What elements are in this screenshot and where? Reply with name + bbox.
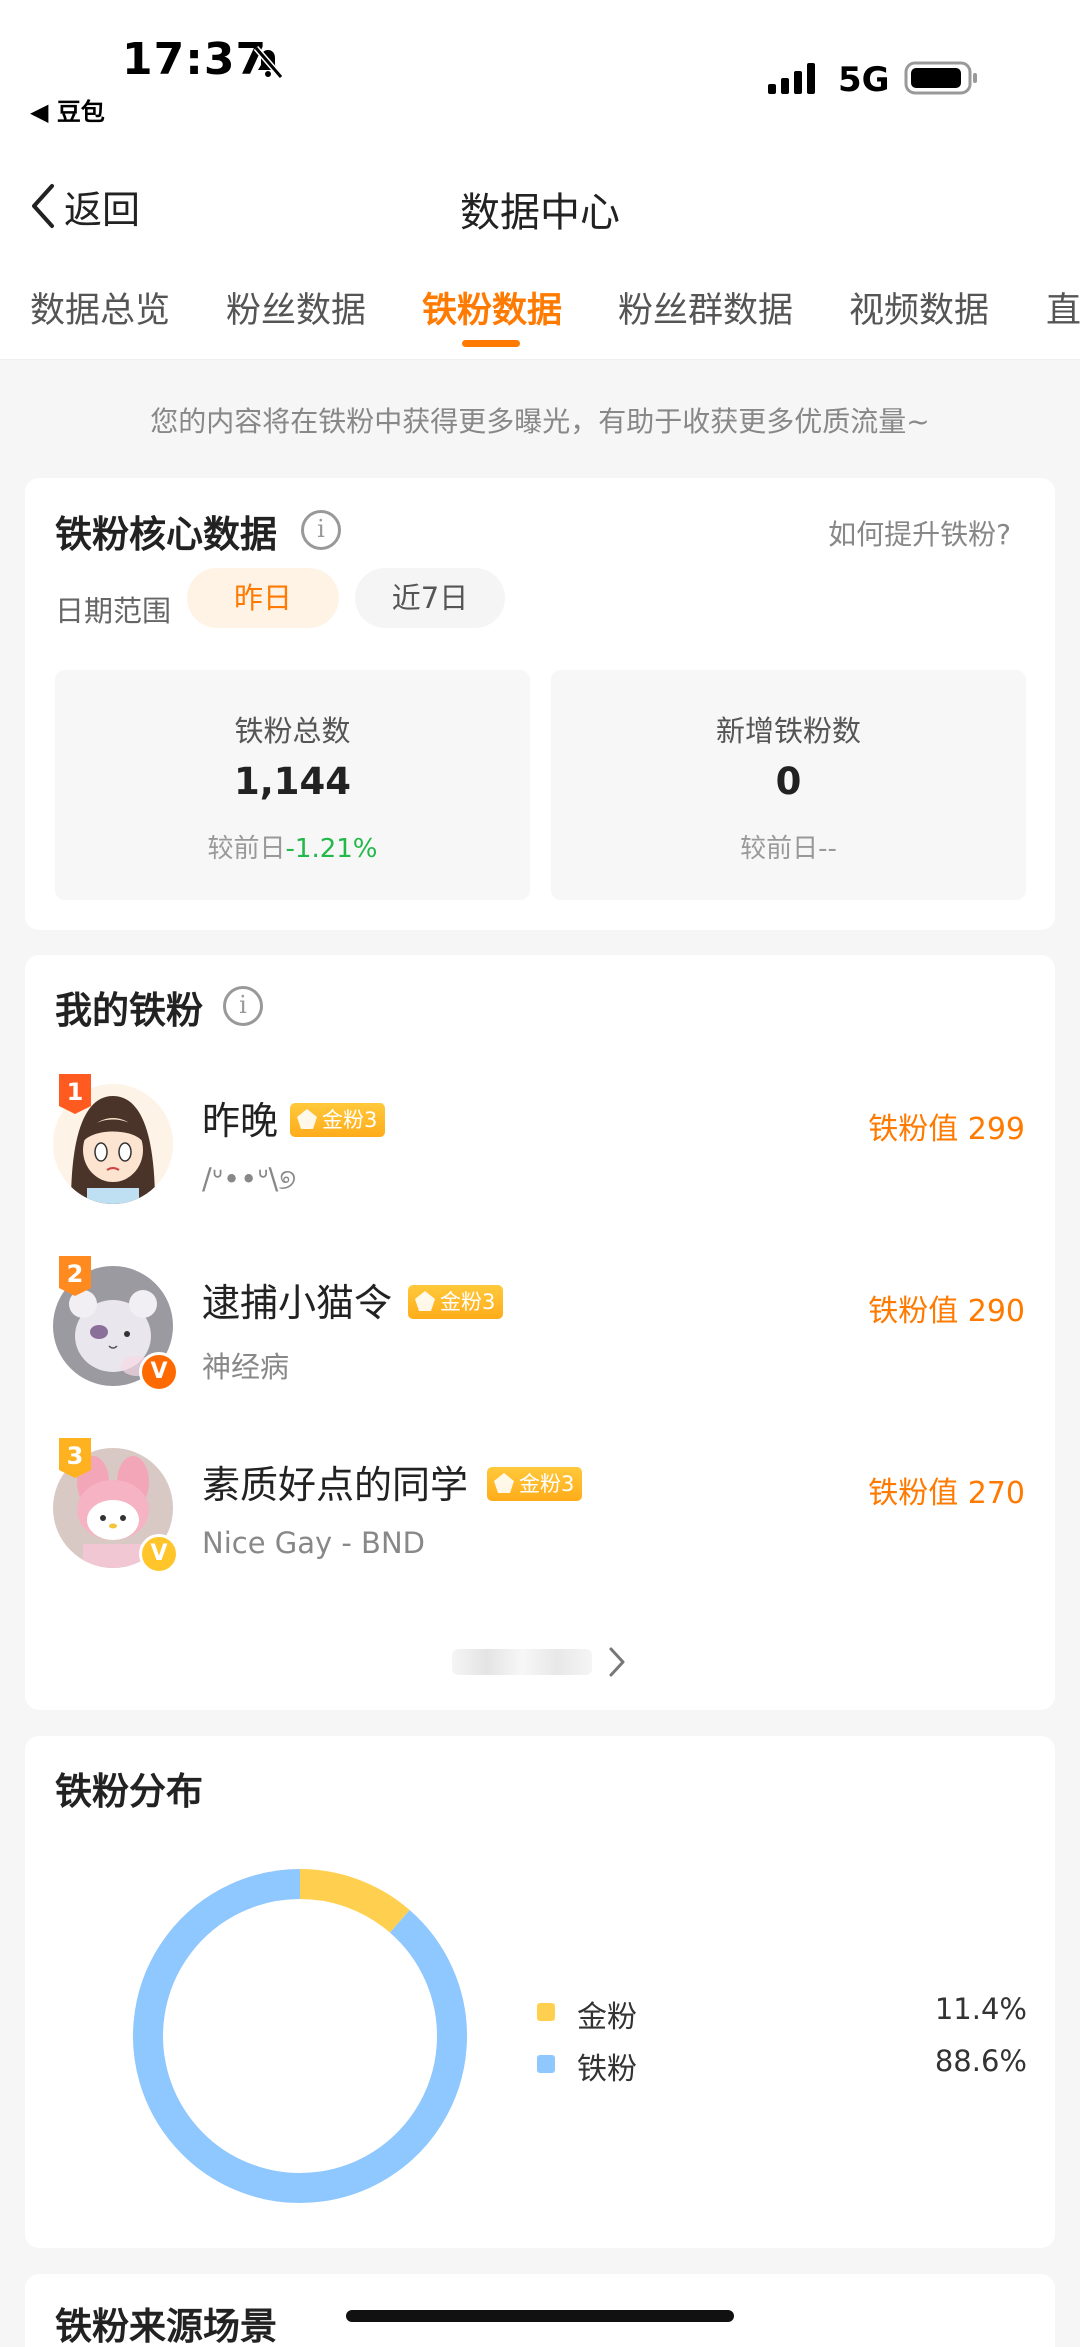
fan-value: 铁粉值 270: [868, 1476, 1025, 1511]
fan-row[interactable]: 3 V 素质好点的同学 金粉3 Nice Gay - BND 铁粉值 270: [25, 1434, 1055, 1574]
legend-iron: 铁粉 88.6%: [537, 2044, 1027, 2087]
stat-delta: -1.21%: [285, 834, 378, 864]
chevron-right-icon: [609, 1647, 625, 1677]
info-icon[interactable]: i: [301, 510, 341, 550]
info-icon[interactable]: i: [223, 986, 263, 1026]
stat-label: 新增铁粉数: [715, 714, 861, 748]
core-data-card: 铁粉核心数据 i 如何提升铁粉? 日期范围 昨日 近7日 铁粉总数 1,144 …: [25, 478, 1055, 930]
legend-gold: 金粉 11.4%: [537, 1992, 1027, 2035]
view-more-button[interactable]: [25, 1637, 1055, 1687]
legend-swatch: [537, 2003, 555, 2021]
donut-slice-0: [299, 1869, 410, 1933]
stat-delta: --: [818, 834, 837, 864]
verified-badge: V: [139, 1534, 179, 1574]
range-yesterday[interactable]: 昨日: [187, 568, 339, 628]
page-title: 数据中心: [460, 190, 620, 236]
fan-row[interactable]: 2 V 逮捕小猫令 金粉3 神经病 铁粉值 290: [25, 1252, 1055, 1392]
stat-new-iron-fans: 新增铁粉数 0 较前日--: [551, 670, 1026, 900]
fan-row[interactable]: 1 昨晚 金粉3 /ᐡ••ᐡ\୭ 铁粉值 299: [25, 1070, 1055, 1210]
info-banner: 您的内容将在铁粉中获得更多曝光，有助于收获更多优质流量~: [150, 405, 930, 438]
home-indicator[interactable]: [346, 2310, 734, 2322]
fan-value: 铁粉值 290: [868, 1294, 1025, 1329]
source-title: 铁粉来源场景: [55, 2305, 277, 2347]
tab-fans[interactable]: 粉丝数据: [226, 282, 366, 333]
stat-total-iron-fans: 铁粉总数 1,144 较前日-1.21%: [55, 670, 530, 900]
tab-fan-groups[interactable]: 粉丝群数据: [618, 282, 793, 333]
gold-fan-tag: 金粉3: [290, 1103, 386, 1137]
fan-name: 昨晚: [202, 1099, 279, 1143]
gold-fan-tag: 金粉3: [408, 1285, 504, 1319]
stat-compare: 较前日-1.21%: [207, 834, 378, 864]
stat-compare: 较前日--: [740, 834, 837, 864]
gold-fan-tag: 金粉3: [487, 1467, 583, 1501]
core-card-title: 铁粉核心数据: [55, 513, 277, 556]
tab-iron-fans[interactable]: 铁粉数据: [422, 282, 562, 333]
distribution-donut-chart: [133, 1869, 467, 2203]
bell-muted-icon: [253, 46, 284, 79]
legend-value: 88.6%: [934, 2044, 1027, 2078]
network-label: 5G: [838, 60, 890, 100]
fan-subtitle: /ᐡ••ᐡ\୭: [202, 1162, 297, 1196]
fans-card-title: 我的铁粉: [55, 989, 203, 1032]
active-tab-indicator: [462, 340, 520, 347]
tab-overview[interactable]: 数据总览: [30, 282, 170, 333]
donut-slice-1: [133, 1869, 467, 2203]
legend-label: 铁粉: [577, 2052, 637, 2087]
fan-name: 素质好点的同学: [202, 1463, 469, 1507]
range-7days[interactable]: 近7日: [355, 568, 505, 628]
rank-badge: 3: [55, 1436, 95, 1480]
distribution-card: 铁粉分布 金粉 11.4% 铁粉 88.6%: [25, 1736, 1055, 2248]
fan-value: 铁粉值 299: [868, 1112, 1025, 1147]
tab-bar: 数据总览 粉丝数据 铁粉数据 粉丝群数据 视频数据 直: [0, 260, 1080, 360]
rank-badge: 2: [55, 1254, 95, 1298]
stat-label: 铁粉总数: [234, 714, 351, 748]
tab-live[interactable]: 直: [1046, 282, 1080, 333]
status-time: 17:37: [122, 34, 268, 85]
legend-value: 11.4%: [934, 1992, 1027, 2026]
distribution-title: 铁粉分布: [55, 1770, 203, 1813]
nav-bar: 返回 数据中心: [0, 150, 1080, 260]
stat-value: 1,144: [233, 760, 352, 803]
verified-badge: V: [139, 1352, 179, 1392]
legend-label: 金粉: [577, 2000, 637, 2035]
rank-badge: 1: [55, 1072, 95, 1116]
stat-value: 0: [775, 760, 802, 803]
battery-icon: [904, 61, 977, 95]
back-to-app[interactable]: ◀ 豆包: [30, 92, 105, 127]
signal-icon: [768, 63, 815, 94]
how-to-improve-link[interactable]: 如何提升铁粉?: [828, 513, 1011, 553]
tab-videos[interactable]: 视频数据: [849, 282, 989, 333]
fan-name: 逮捕小猫令: [202, 1281, 393, 1325]
status-bar: 17:37 ◀ 豆包 5G: [0, 0, 1080, 150]
fan-subtitle: Nice Gay - BND: [202, 1526, 425, 1560]
my-iron-fans-card: 我的铁粉 i 1 昨晚 金粉3 /ᐡ••ᐡ\୭ 铁粉值 299 2 V 逮捕小猫…: [25, 955, 1055, 1710]
legend-swatch: [537, 2055, 555, 2073]
date-range-label: 日期范围: [55, 594, 172, 628]
fan-subtitle: 神经病: [202, 1350, 290, 1384]
blurred-label: [452, 1649, 592, 1675]
